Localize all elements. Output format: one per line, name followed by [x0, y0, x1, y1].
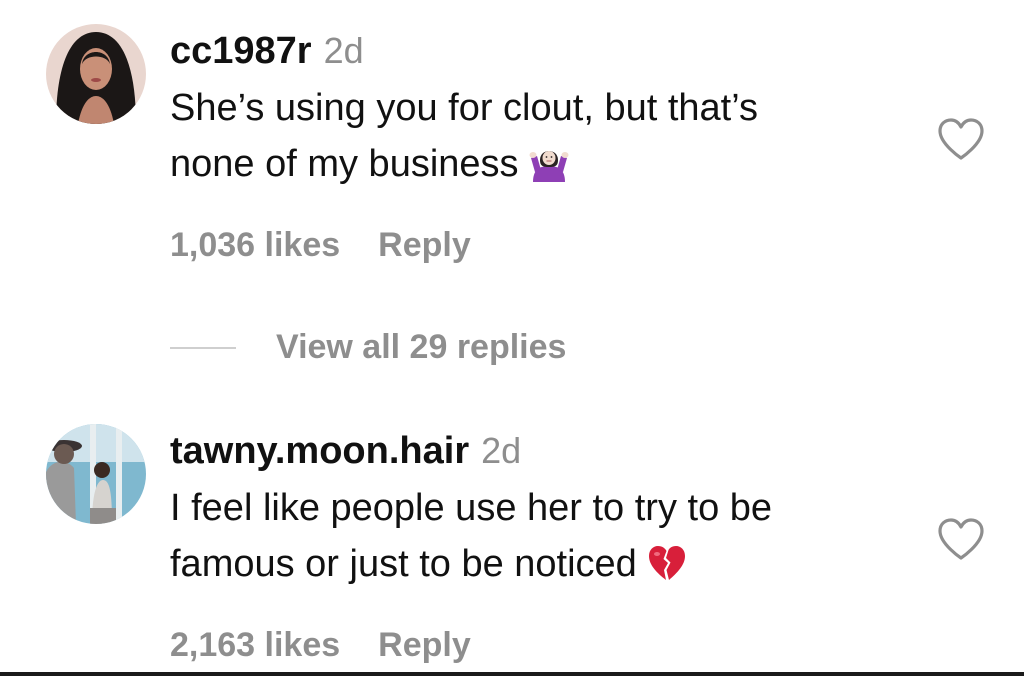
comment-text-line: none of my business: [170, 143, 519, 185]
like-heart-icon[interactable]: [936, 516, 986, 562]
replies-divider: [170, 346, 236, 349]
timestamp: 2d: [481, 430, 522, 471]
comment-text-line: She’s using you for clout, but that’s: [170, 87, 758, 129]
comment-text: I feel like people use her to try to be …: [170, 480, 900, 598]
likes-count[interactable]: 1,036 likes: [170, 226, 340, 264]
username[interactable]: tawny.moon.hair: [170, 430, 469, 472]
bottom-divider: [0, 672, 1024, 676]
view-replies-label[interactable]: View all 29 replies: [276, 328, 566, 366]
username[interactable]: cc1987r: [170, 30, 312, 72]
comment-header: cc1987r 2d: [170, 30, 364, 73]
comment-text-line-wrapper: none of my business: [170, 136, 900, 198]
timestamp: 2d: [323, 30, 364, 71]
view-replies-toggle[interactable]: View all 29 replies: [170, 328, 566, 368]
avatar-image: [46, 424, 146, 524]
broken-heart-emoji: [647, 542, 687, 598]
comment-header: tawny.moon.hair 2d: [170, 430, 521, 473]
reply-button[interactable]: Reply: [378, 226, 471, 264]
comment-text-line-wrapper: famous or just to be noticed: [170, 536, 900, 598]
avatar[interactable]: [46, 424, 146, 524]
reply-button[interactable]: Reply: [378, 626, 471, 664]
comment-1: cc1987r 2d She’s using you for clout, but…: [0, 0, 1024, 300]
like-heart-icon[interactable]: [936, 116, 986, 162]
comment-meta: 1,036 likes Reply: [170, 226, 471, 265]
comment-text-line: famous or just to be noticed: [170, 543, 637, 585]
avatar-image: [46, 24, 146, 124]
comment-meta: 2,163 likes Reply: [170, 626, 471, 665]
likes-count[interactable]: 2,163 likes: [170, 626, 340, 664]
comment-2: tawny.moon.hair 2d I feel like people use…: [0, 400, 1024, 676]
person-shrugging-emoji: [529, 142, 569, 198]
comment-text-line: I feel like people use her to try to be: [170, 487, 773, 529]
comment-text: She’s using you for clout, but that’s no…: [170, 80, 900, 198]
avatar[interactable]: [46, 24, 146, 124]
